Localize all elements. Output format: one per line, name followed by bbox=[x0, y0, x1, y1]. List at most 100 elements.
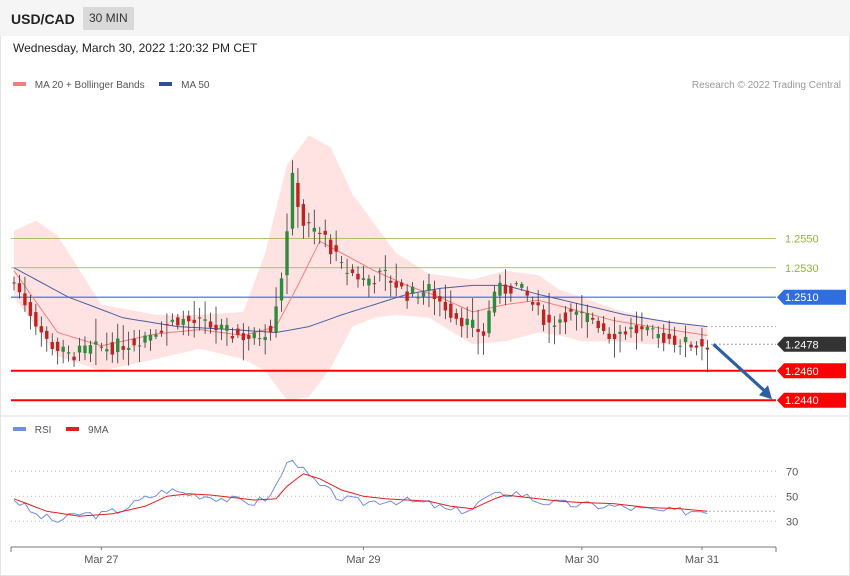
price-legend: MA 20 + Bollinger Bands MA 50 bbox=[13, 80, 222, 91]
rsi-tick-label-70: 70 bbox=[786, 466, 798, 478]
candle-body bbox=[705, 347, 710, 350]
candle-body bbox=[170, 319, 175, 322]
level-label-1.2460: 1.2460 bbox=[785, 366, 819, 378]
candle-body bbox=[258, 338, 262, 340]
legend-label-bollinger: MA 20 + Bollinger Bands bbox=[34, 80, 145, 91]
candle-body bbox=[307, 222, 311, 224]
candle-body bbox=[694, 345, 699, 348]
candle-body bbox=[154, 334, 158, 337]
candle-body bbox=[334, 245, 338, 252]
legend-label-rsi-ma: 9MA bbox=[88, 425, 109, 436]
candle-body bbox=[159, 330, 164, 333]
projection-arrow-line bbox=[712, 343, 768, 394]
candle-body bbox=[263, 337, 267, 341]
candle-body bbox=[378, 270, 382, 272]
legend-swatch-bollinger bbox=[13, 82, 26, 87]
candle-body bbox=[94, 341, 98, 345]
candle-body bbox=[17, 283, 22, 293]
candle-body bbox=[372, 283, 377, 285]
candle-body bbox=[651, 328, 655, 330]
candle-body bbox=[416, 297, 420, 299]
candle-body bbox=[181, 319, 185, 325]
legend-swatch-ma50 bbox=[159, 82, 173, 87]
candle-body bbox=[28, 302, 33, 316]
candle-body bbox=[132, 338, 136, 346]
candle-body bbox=[116, 338, 120, 353]
candle-body bbox=[580, 311, 584, 314]
candle-body bbox=[230, 336, 235, 339]
candle-body bbox=[503, 284, 508, 294]
rsi-tick-label-30: 30 bbox=[786, 516, 798, 528]
candle-body bbox=[214, 324, 218, 331]
candle-body bbox=[443, 301, 448, 311]
candle-body bbox=[105, 349, 109, 352]
candle-body bbox=[569, 309, 573, 312]
candle-body bbox=[678, 345, 682, 347]
candle-body bbox=[236, 328, 240, 335]
candle-body bbox=[683, 336, 688, 343]
candle-body bbox=[585, 312, 589, 323]
legend-label-ma50: MA 50 bbox=[181, 80, 210, 91]
candle-body bbox=[399, 282, 404, 287]
candle-body bbox=[165, 323, 169, 326]
candle-body bbox=[12, 282, 16, 284]
level-label-1.2478: 1.2478 bbox=[785, 339, 819, 351]
candle-body bbox=[623, 331, 628, 335]
legend-label-rsi: RSI bbox=[34, 425, 52, 436]
candle-body bbox=[252, 332, 256, 339]
candle-body bbox=[225, 324, 229, 331]
candle-body bbox=[350, 269, 355, 274]
candle-body bbox=[574, 311, 579, 315]
candle-body bbox=[50, 341, 54, 349]
candle-body bbox=[591, 317, 595, 320]
candle-body bbox=[241, 333, 246, 341]
x-axis-label: Mar 27 bbox=[84, 554, 118, 566]
candle-body bbox=[323, 230, 327, 235]
candle-body bbox=[667, 333, 671, 339]
candle-body bbox=[438, 296, 442, 302]
candle-body bbox=[563, 312, 568, 323]
candle-body bbox=[83, 345, 87, 354]
candle-body bbox=[421, 292, 426, 297]
candle-body bbox=[405, 291, 409, 301]
candle-body bbox=[39, 326, 43, 333]
x-axis-label: Mar 29 bbox=[346, 554, 380, 566]
legend-item-bollinger: MA 20 + Bollinger Bands bbox=[13, 80, 145, 91]
candle-body bbox=[383, 270, 387, 272]
candle-body bbox=[509, 285, 513, 294]
candle-body bbox=[45, 330, 49, 339]
candle-body bbox=[427, 284, 431, 291]
legend-item-ma50: MA 50 bbox=[159, 80, 210, 91]
credit-text: Research © 2022 Trading Central bbox=[691, 80, 841, 91]
rsi-tick-label-50: 50 bbox=[786, 491, 798, 503]
candle-body bbox=[536, 302, 540, 306]
candle-body bbox=[72, 356, 76, 361]
candle-body bbox=[487, 310, 491, 334]
candle-body bbox=[552, 325, 557, 327]
candle-body bbox=[558, 319, 562, 323]
candle-body bbox=[34, 312, 38, 327]
candle-body bbox=[645, 326, 650, 331]
candle-body bbox=[612, 333, 617, 340]
candle-body bbox=[345, 272, 349, 274]
candle-body bbox=[121, 346, 125, 350]
legend-swatch-rsi bbox=[13, 427, 26, 432]
level-label-1.2440: 1.2440 bbox=[785, 395, 819, 407]
candle-body bbox=[656, 334, 660, 339]
candle-body bbox=[525, 290, 529, 296]
level-label-1.2530: 1.2530 bbox=[785, 263, 819, 275]
candle-body bbox=[274, 306, 278, 333]
candle-body bbox=[219, 324, 224, 330]
candle-body bbox=[547, 314, 551, 323]
candle-body bbox=[77, 345, 82, 353]
candle-body bbox=[389, 280, 393, 283]
candle-body bbox=[356, 273, 360, 280]
candle-body bbox=[607, 333, 611, 339]
candle-body bbox=[454, 313, 458, 319]
candle-body bbox=[601, 323, 606, 331]
level-label-1.2510: 1.2510 bbox=[785, 292, 819, 304]
candle-body bbox=[296, 182, 300, 207]
level-label-1.2550: 1.2550 bbox=[785, 233, 819, 245]
candle-body bbox=[531, 302, 535, 305]
candle-body bbox=[432, 290, 437, 300]
